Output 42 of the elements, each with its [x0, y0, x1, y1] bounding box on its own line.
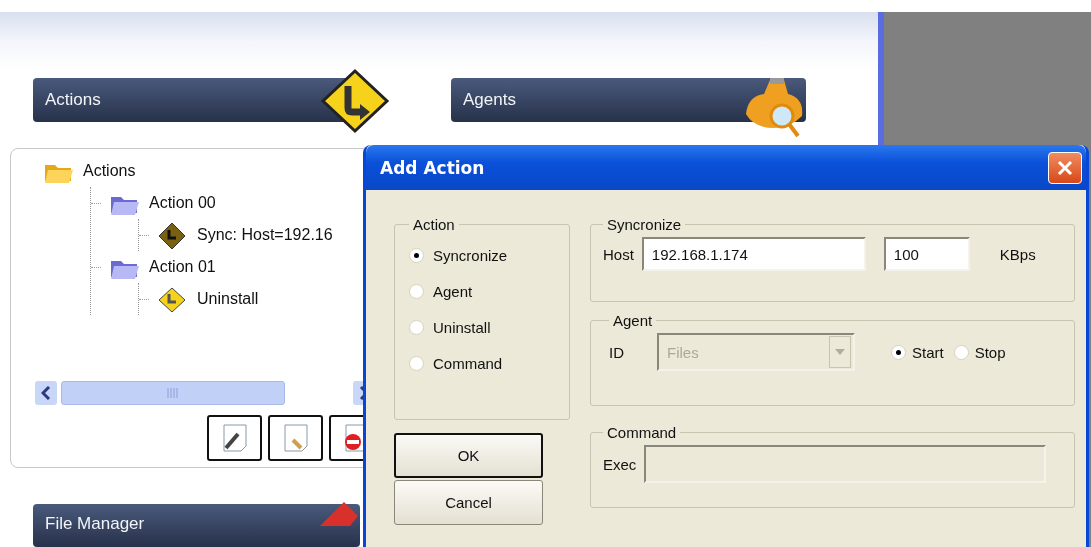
group-label: Action — [412, 216, 456, 233]
dropdown-arrow-icon — [835, 349, 845, 355]
window-title: Add Action — [380, 157, 485, 178]
add-button[interactable] — [268, 415, 323, 461]
tree-item[interactable]: Sync: Host=192.16 — [197, 226, 333, 244]
radio-button[interactable] — [409, 283, 424, 299]
cancel-button[interactable]: Cancel — [394, 480, 543, 525]
close-button[interactable] — [1048, 151, 1082, 184]
rate-field[interactable]: 100 — [883, 237, 970, 271]
radio-button[interactable] — [891, 344, 906, 360]
scroll-left-button[interactable] — [35, 381, 57, 405]
unit-label: KBps — [999, 245, 1036, 263]
radio-option[interactable]: Agent — [409, 277, 559, 305]
chevron-left-icon — [41, 386, 51, 400]
field-label: Exec — [603, 455, 637, 473]
radio-button[interactable] — [409, 355, 424, 371]
radio-button[interactable] — [953, 344, 969, 360]
radio-option[interactable]: Start — [891, 338, 944, 366]
tree-item[interactable]: Action 00 — [149, 194, 216, 212]
radio-button[interactable] — [409, 319, 424, 335]
edit-button[interactable] — [207, 415, 262, 461]
group-label: Syncronize — [606, 216, 683, 233]
scroll-thumb[interactable] — [61, 381, 285, 405]
group-label: Command — [606, 424, 678, 441]
section-title: Actions — [45, 90, 101, 110]
host-field[interactable]: 192.168.1.174 — [641, 237, 866, 271]
ok-button[interactable]: OK — [394, 433, 543, 478]
group-label: Agent — [612, 312, 654, 329]
radio-option[interactable]: Uninstall — [409, 313, 559, 341]
tree-item[interactable]: Uninstall — [197, 290, 259, 308]
radio-option[interactable]: Stop — [953, 338, 1006, 366]
tree-item[interactable]: Actions — [83, 162, 136, 180]
section-title: Agents — [463, 90, 516, 110]
radio-option[interactable]: Command — [409, 349, 559, 377]
radio-option[interactable]: Syncronize — [409, 241, 559, 269]
grip-icon — [166, 388, 180, 398]
field-label: ID — [609, 343, 625, 361]
diamond-arrow-icon — [320, 68, 390, 134]
field-label: Host — [603, 245, 634, 263]
tree-item[interactable]: Action 01 — [149, 258, 216, 276]
radio-button[interactable] — [409, 247, 424, 263]
section-title: File Manager — [45, 514, 145, 535]
